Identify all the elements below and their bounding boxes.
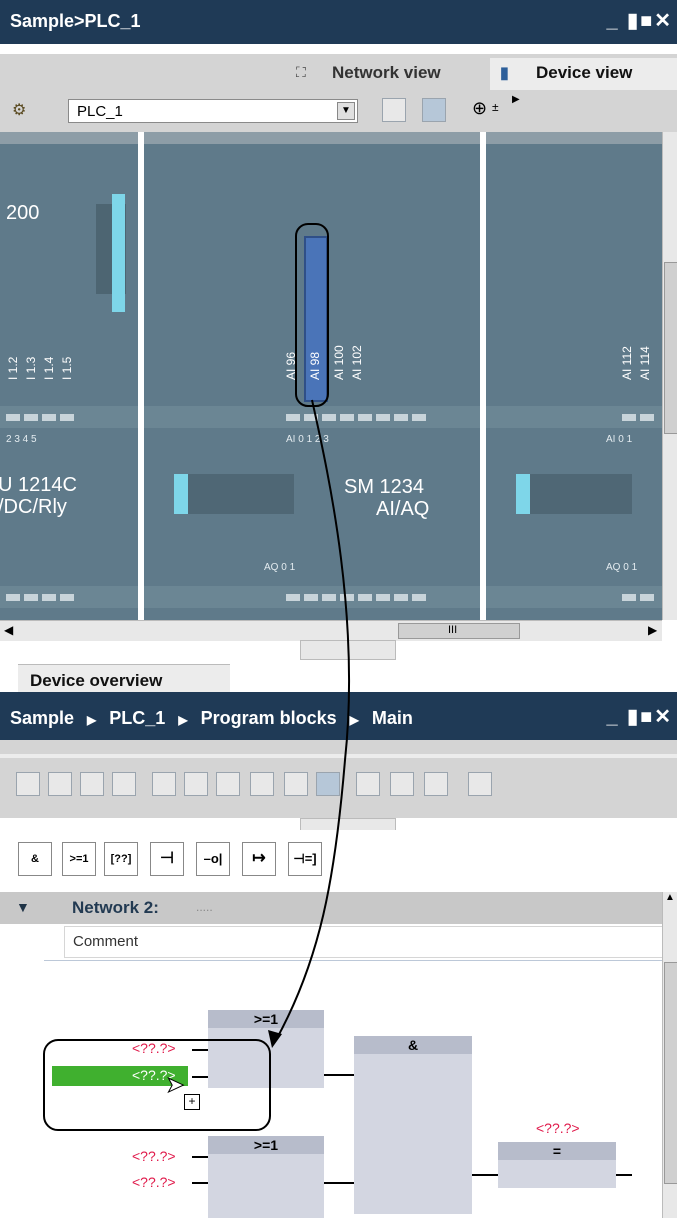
drag-annotation <box>43 223 351 1131</box>
source-highlight <box>295 223 329 407</box>
target-highlight <box>43 1039 271 1131</box>
drag-arrow <box>275 399 351 1041</box>
